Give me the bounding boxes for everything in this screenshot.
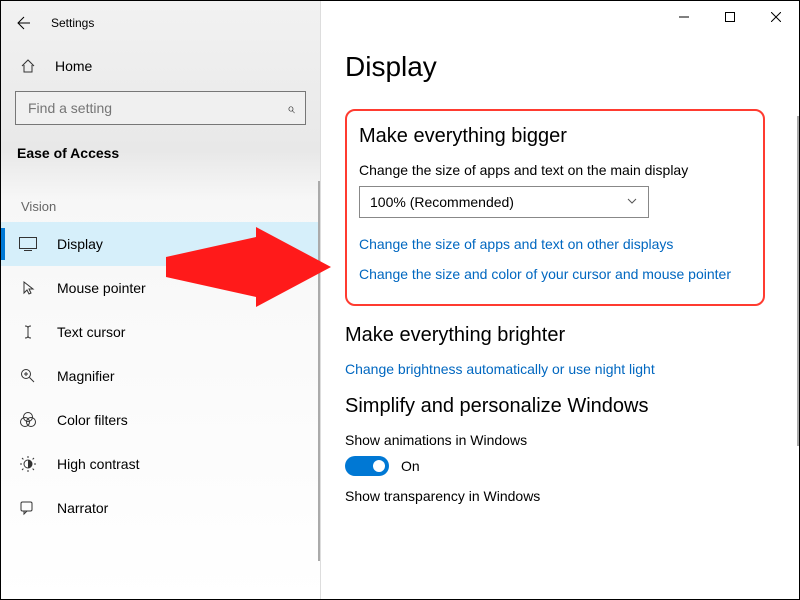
minimize-button[interactable]	[661, 1, 707, 33]
sidebar-item-magnifier[interactable]: Magnifier	[1, 354, 320, 398]
section-brighter: Make everything brighter Change brightne…	[345, 324, 765, 377]
display-icon	[17, 237, 39, 251]
search-icon: ⌕	[287, 100, 295, 117]
section-heading-bigger: Make everything bigger	[359, 125, 747, 148]
animations-label: Show animations in Windows	[345, 432, 765, 448]
group-label-vision: Vision	[1, 179, 320, 222]
category-title: Ease of Access	[1, 135, 320, 179]
sidebar-item-narrator[interactable]: Narrator	[1, 486, 320, 530]
search-input[interactable]: ⌕	[15, 91, 306, 125]
sidebar-item-label: Narrator	[57, 500, 108, 516]
page-title: Display	[345, 51, 789, 83]
sidebar-item-home[interactable]: Home	[1, 45, 320, 87]
sidebar-item-label: Mouse pointer	[57, 280, 146, 296]
sidebar-item-label: High contrast	[57, 456, 139, 472]
dropdown-value: 100% (Recommended)	[370, 194, 514, 210]
high-contrast-icon	[17, 456, 39, 472]
sidebar-item-label: Color filters	[57, 412, 128, 428]
color-filters-icon	[17, 412, 39, 428]
link-brightness[interactable]: Change brightness automatically or use n…	[345, 361, 765, 377]
sidebar: Settings Home ⌕ Ease of Access Vision Di…	[1, 1, 321, 599]
sidebar-item-mouse-pointer[interactable]: Mouse pointer	[1, 266, 320, 310]
transparency-label: Show transparency in Windows	[345, 488, 765, 504]
sidebar-item-high-contrast[interactable]: High contrast	[1, 442, 320, 486]
animations-toggle-row: On	[345, 456, 765, 476]
section-heading-brighter: Make everything brighter	[345, 324, 765, 347]
search-field[interactable]	[26, 99, 287, 117]
home-label: Home	[55, 58, 92, 74]
text-cursor-icon	[17, 324, 39, 340]
highlight-box: Make everything bigger Change the size o…	[345, 109, 765, 306]
section-heading-simplify: Simplify and personalize Windows	[345, 395, 765, 418]
chevron-down-icon	[626, 194, 638, 210]
animations-state: On	[401, 458, 420, 474]
main-panel: Display Make everything bigger Change th…	[321, 1, 799, 599]
maximize-button[interactable]	[707, 1, 753, 33]
sidebar-scrollbar[interactable]	[318, 181, 320, 561]
sidebar-item-display[interactable]: Display	[1, 222, 320, 266]
scale-sub-label: Change the size of apps and text on the …	[359, 162, 747, 178]
animations-toggle[interactable]	[345, 456, 389, 476]
window-controls	[661, 1, 799, 33]
content-scrollbar[interactable]	[797, 116, 799, 446]
magnifier-icon	[17, 368, 39, 384]
sidebar-item-label: Magnifier	[57, 368, 115, 384]
search-wrap: ⌕	[15, 91, 306, 125]
mouse-pointer-icon	[17, 280, 39, 296]
narrator-icon	[17, 500, 39, 516]
sidebar-item-text-cursor[interactable]: Text cursor	[1, 310, 320, 354]
link-cursor-pointer[interactable]: Change the size and color of your cursor…	[359, 266, 747, 282]
section-simplify: Simplify and personalize Windows Show an…	[345, 395, 765, 504]
sidebar-item-label: Text cursor	[57, 324, 125, 340]
scale-dropdown[interactable]: 100% (Recommended)	[359, 186, 649, 218]
close-button[interactable]	[753, 1, 799, 33]
window-title: Settings	[45, 16, 94, 30]
home-icon	[17, 58, 39, 74]
link-other-displays[interactable]: Change the size of apps and text on othe…	[359, 236, 747, 252]
sidebar-item-label: Display	[57, 236, 103, 252]
back-button[interactable]	[1, 1, 45, 45]
content-area: Display Make everything bigger Change th…	[345, 45, 789, 599]
title-bar: Settings	[1, 1, 320, 45]
sidebar-item-color-filters[interactable]: Color filters	[1, 398, 320, 442]
